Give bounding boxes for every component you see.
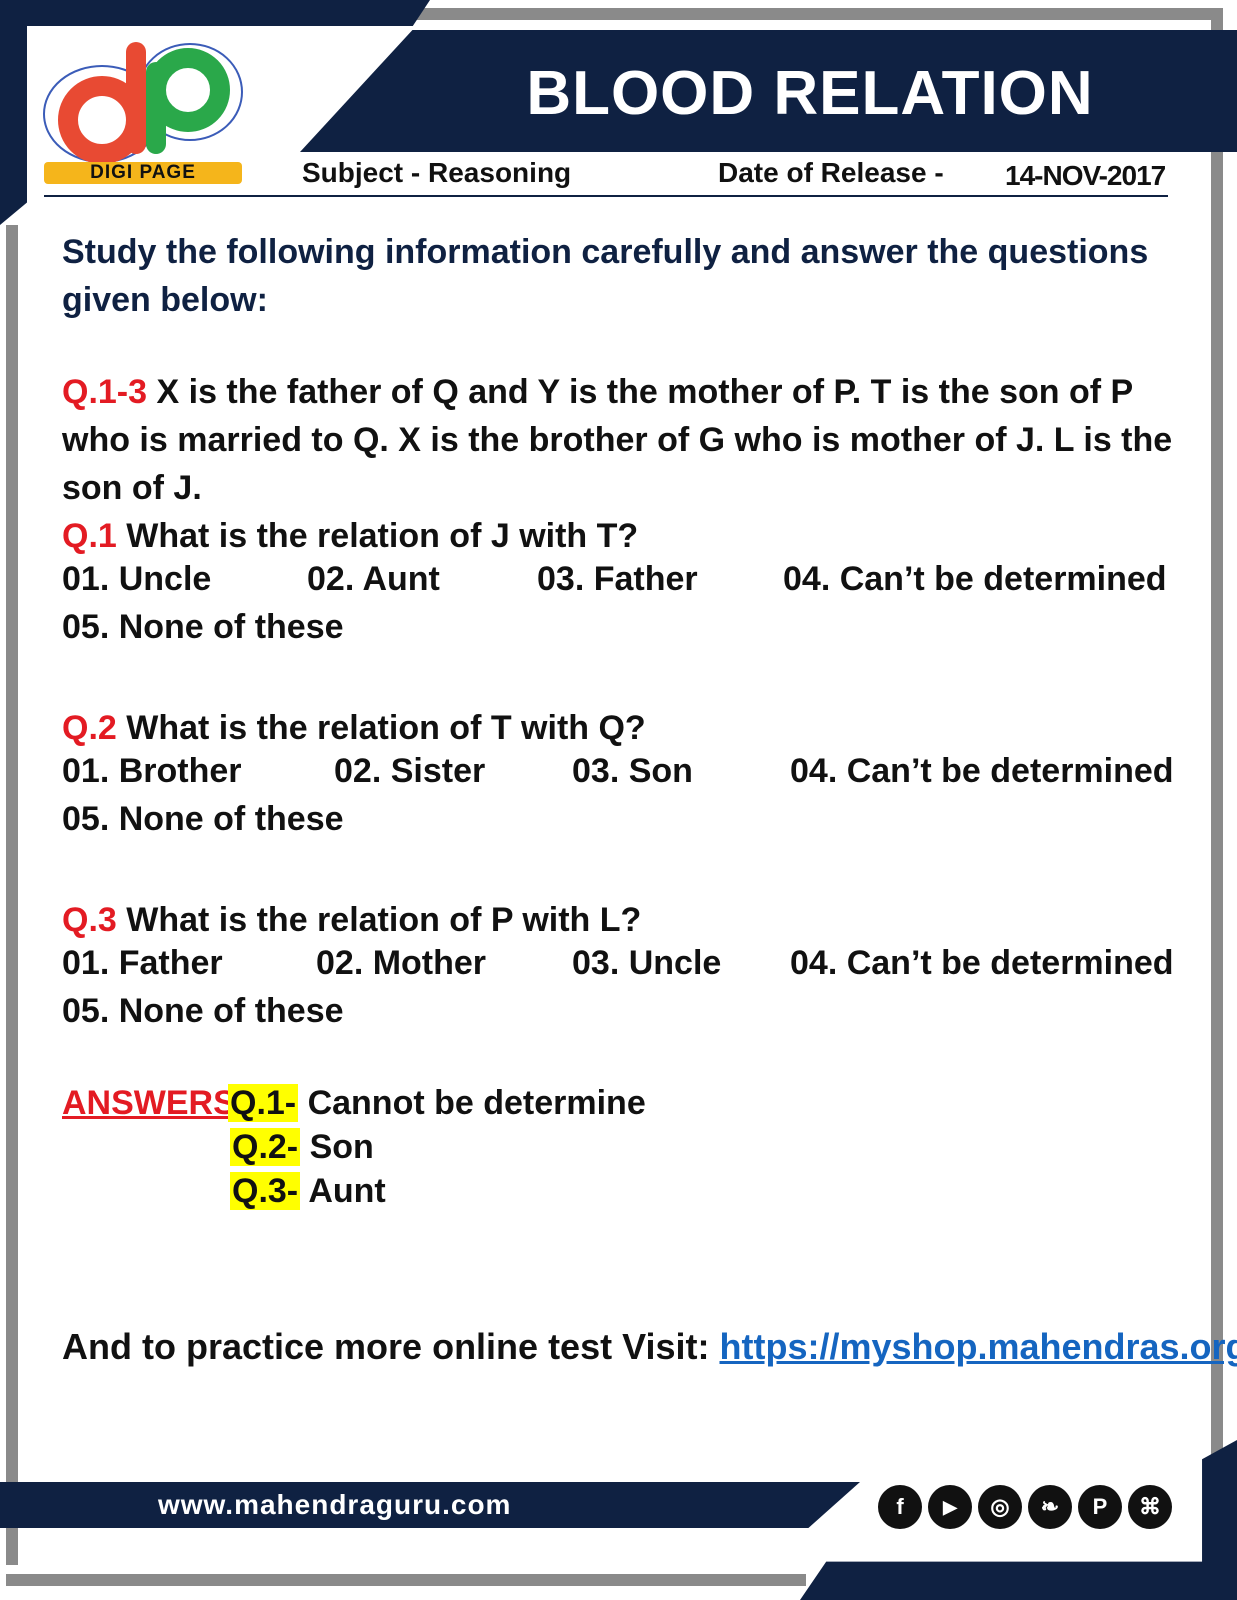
question-text: What is the relation of T with Q? — [126, 709, 646, 747]
header-divider — [44, 195, 1168, 197]
option: 05. None of these — [62, 992, 344, 1030]
question-label: Q.1 — [62, 517, 117, 555]
option: 02. Mother — [316, 944, 487, 982]
answer-question: Q.1- — [228, 1084, 299, 1122]
option: 03. Father — [537, 560, 698, 598]
option: 05. None of these — [62, 800, 344, 838]
footer-website[interactable]: www.mahendraguru.com — [158, 1489, 511, 1521]
answers-label: ANSWERS: — [62, 1084, 248, 1122]
option: 01. Father — [62, 944, 223, 982]
answer-text: Son — [309, 1128, 374, 1166]
passage: Q.1-3 X is the father of Q and Y is the … — [62, 368, 1192, 512]
option: 05. None of these — [62, 608, 344, 646]
frame-border-bottom — [6, 1574, 806, 1586]
release-date-label: Date of Release - — [718, 157, 944, 188]
release-date: 14-NOV-2017 — [1005, 160, 1166, 191]
corner-accent-top — [0, 0, 430, 26]
question-1: Q.1 What is the relation of J with T? — [62, 512, 1192, 560]
social-icons: f ▶ ◎ ❧ P ⌘ — [878, 1485, 1172, 1529]
pinterest-icon[interactable]: P — [1078, 1485, 1122, 1529]
option: 02. Sister — [334, 752, 486, 790]
answer-question: Q.2- — [230, 1128, 301, 1166]
question-text: What is the relation of J with T? — [126, 517, 639, 555]
corner-accent-left — [0, 0, 27, 225]
answer-row: Q.3- Aunt — [230, 1172, 386, 1211]
option: 04. Can’t be determined — [790, 944, 1174, 982]
page-title: BLOOD RELATION — [526, 59, 1094, 128]
subject-label: Subject - Reasoning — [302, 157, 572, 188]
practice-link[interactable]: https://myshop.mahendras.org — [719, 1326, 1237, 1367]
facebook-icon[interactable]: f — [878, 1485, 922, 1529]
question-text: What is the relation of P with L? — [126, 901, 642, 939]
answer-row: Q.2- Son — [230, 1128, 374, 1167]
instructions: Study the following information carefull… — [62, 233, 1149, 319]
question-3: Q.3 What is the relation of P with L? — [62, 896, 1192, 944]
practice-text: And to practice more online test Visit: — [62, 1326, 710, 1367]
question-label: Q.3 — [62, 901, 117, 939]
answer-text: Cannot be determine — [307, 1084, 646, 1122]
twitter-icon[interactable]: ❧ — [1028, 1485, 1072, 1529]
option: 04. Can’t be determined — [783, 560, 1167, 598]
frame-border-top — [330, 8, 1223, 20]
frame-border-right — [1211, 8, 1223, 1488]
option: 02. Aunt — [307, 560, 440, 598]
option: 01. Brother — [62, 752, 242, 790]
question-label: Q.2 — [62, 709, 117, 747]
question-2: Q.2 What is the relation of T with Q? — [62, 704, 1192, 752]
instagram-icon[interactable]: ◎ — [978, 1485, 1022, 1529]
option: 01. Uncle — [62, 560, 212, 598]
android-icon[interactable]: ⌘ — [1128, 1485, 1172, 1529]
option: 03. Uncle — [572, 944, 722, 982]
option: 04. Can’t be determined — [790, 752, 1174, 790]
option: 03. Son — [572, 752, 693, 790]
frame-border-left — [6, 225, 18, 1565]
practice-line: And to practice more online test Visit: … — [62, 1326, 1237, 1368]
logo-label: DIGI PAGE — [44, 162, 242, 184]
answer-text: Aunt — [308, 1172, 386, 1210]
youtube-icon[interactable]: ▶ — [928, 1485, 972, 1529]
answer-question: Q.3- — [230, 1172, 301, 1210]
answer-row: Q.1- Cannot be determine — [228, 1084, 646, 1123]
passage-text: X is the father of Q and Y is the mother… — [62, 373, 1173, 507]
digi-page-logo — [40, 32, 245, 182]
passage-label: Q.1-3 — [62, 373, 148, 411]
